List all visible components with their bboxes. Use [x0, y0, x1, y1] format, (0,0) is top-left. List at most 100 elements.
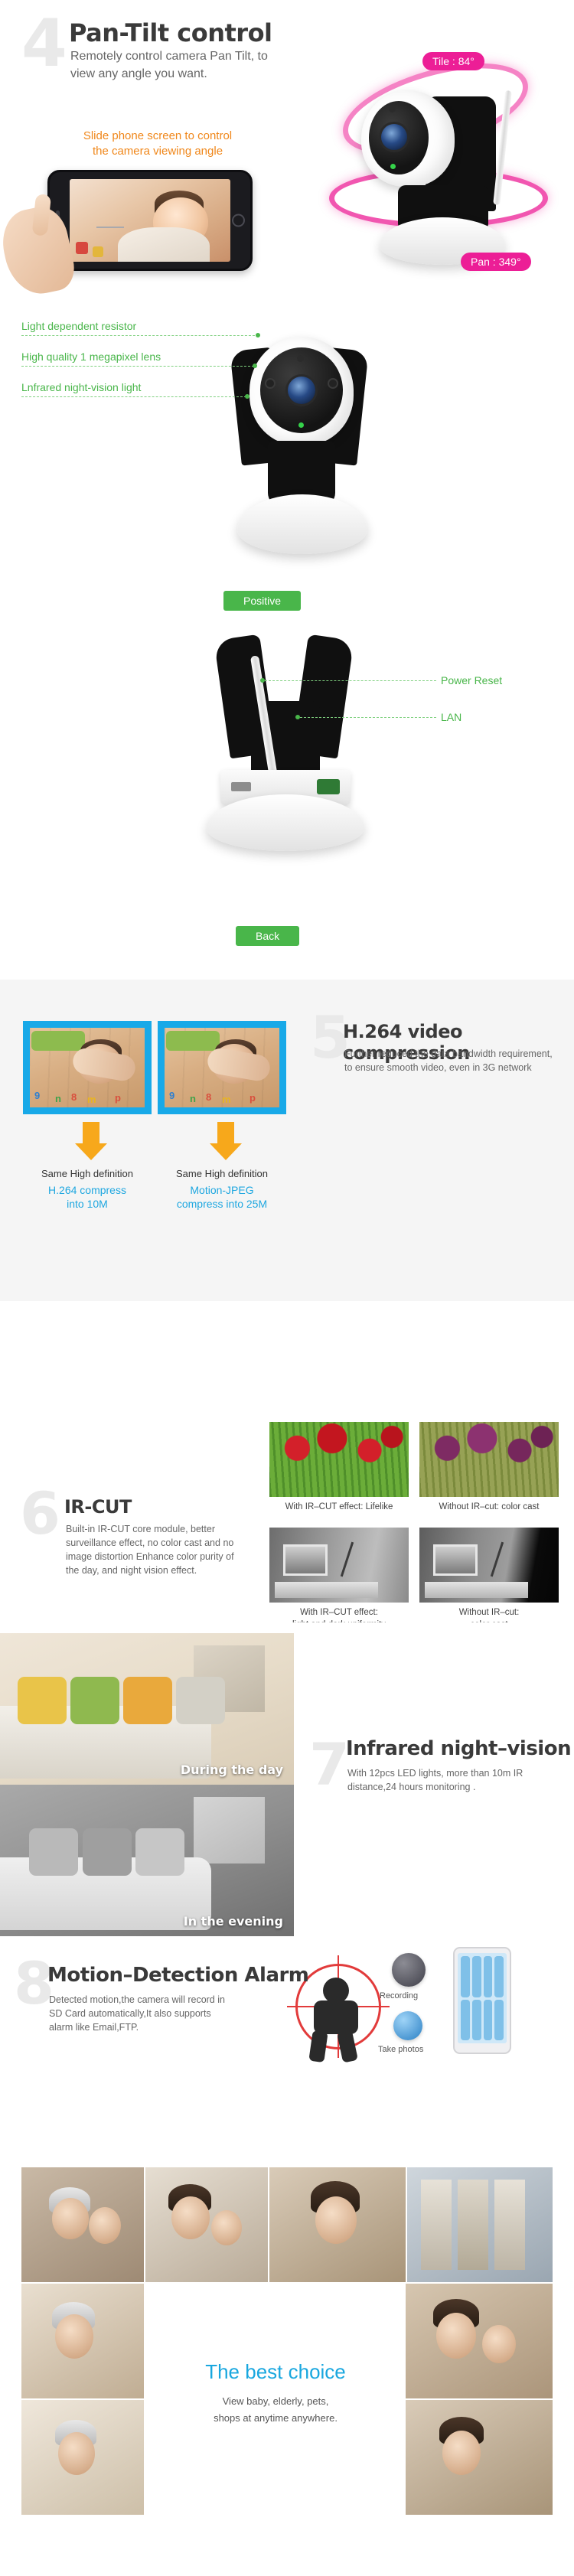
pan-angle-badge: Pan : 349° — [461, 253, 531, 271]
description-h264: Further reduced the data bandwidth requi… — [344, 1048, 553, 1074]
leader-line-power-reset — [265, 680, 436, 681]
section-camera-diagram: Light dependent resistor High quality 1 … — [0, 306, 574, 980]
caption-with-ircut-lifelike: With IR–CUT effect: Lifelike — [285, 1502, 393, 1511]
description-ircut: Built-in IR-CUT core module, better surv… — [66, 1524, 234, 1577]
letter-m-right: m — [222, 1093, 231, 1105]
tile1-face-2 — [89, 2207, 121, 2244]
caption-h264-top: Same High definition — [41, 1168, 133, 1179]
label-megapixel-lens: High quality 1 megapixel lens — [21, 351, 161, 363]
tile4-shelf-1 — [421, 2180, 452, 2270]
cushion-grey-1 — [29, 1828, 79, 1876]
label-take-photos: Take photos — [378, 2045, 424, 2054]
page-title-pan-tilt: Pan-Tilt control — [69, 18, 272, 47]
intruder-head — [323, 1978, 349, 2004]
ir-led-right-icon — [329, 380, 337, 387]
lan-port-icon — [317, 779, 340, 794]
light-sensor-icon — [389, 106, 396, 112]
page-title-motion-detection: Motion–Detection Alarm — [47, 1964, 309, 1987]
caption-mjpeg-bottom: Motion-JPEG compress into 25M — [176, 1184, 268, 1211]
camera-lens — [381, 124, 407, 150]
app-icon-6 — [471, 1999, 481, 2040]
caption-h264-bottom: H.264 compress into 10M — [48, 1184, 126, 1211]
collage-tile-4 — [407, 2167, 553, 2282]
description-pan-tilt: Remotely control camera Pan Tilt, to vie… — [70, 50, 268, 81]
slide-instruction-caption: Slide phone screen to control the camera… — [83, 129, 233, 158]
camera-front-view — [202, 315, 401, 591]
cushion-grey-3 — [135, 1828, 184, 1876]
video-sample-h264: 9 n 8 m p — [23, 1021, 152, 1114]
app-icon-4 — [494, 1956, 504, 1997]
caption-during-the-day: During the day — [180, 1762, 283, 1777]
video-sample-mjpeg-content: 9 n 8 m p — [165, 1028, 279, 1107]
room-lamp-right — [490, 1541, 504, 1577]
cushion-green — [70, 1676, 120, 1724]
label-light-dependent-resistor: Light dependent resistor — [21, 320, 137, 332]
collage-tile-2 — [145, 2167, 268, 2282]
leader-line-2 — [21, 366, 254, 367]
tile8-face — [442, 2431, 481, 2475]
camera-back-view — [181, 628, 410, 903]
down-arrow-left — [75, 1122, 107, 1163]
page-title-ircut: IR-CUT — [64, 1496, 132, 1518]
room-picture-frame-left — [283, 1544, 328, 1576]
leader-line-lan — [300, 717, 436, 718]
collage-tile-8 — [406, 2400, 553, 2515]
tile7-face — [58, 2432, 95, 2475]
letter-m-left: m — [87, 1093, 96, 1105]
room-lamp-left — [340, 1541, 354, 1577]
room-table-right — [425, 1581, 528, 1599]
collage-tile-7 — [21, 2400, 144, 2515]
tile4-shelf-2 — [458, 2180, 488, 2270]
best-choice-title: The best choice — [205, 2360, 346, 2383]
app-icon-2 — [471, 1956, 481, 1997]
ir-led-left-icon — [266, 380, 274, 387]
collage-tile-6 — [406, 2284, 553, 2398]
tile4-shelf-3 — [494, 2180, 525, 2270]
letter-n-right: n — [190, 1092, 196, 1104]
page-title-night-vision: Infrared night–vision — [346, 1737, 572, 1760]
front-status-led-icon — [298, 422, 304, 428]
description-night-vision: With 12pcs LED lights, more than 10m IR … — [347, 1768, 523, 1793]
camera-head — [361, 90, 455, 187]
leader-line-1 — [21, 335, 259, 336]
app-icon-8 — [494, 1999, 504, 2040]
badge-positive: Positive — [223, 591, 302, 611]
caption-mjpeg-top: Same High definition — [176, 1168, 268, 1179]
app-icon-1 — [461, 1956, 470, 1997]
tile1-face — [52, 2198, 89, 2239]
video-sample-h264-content: 9 n 8 m p — [30, 1028, 145, 1107]
app-icon-7 — [483, 1999, 493, 2040]
cushion-orange — [123, 1676, 173, 1724]
description-motion-detection: Detected motion,the camera will record i… — [49, 1994, 225, 2033]
light-dependent-resistor-icon — [297, 355, 304, 362]
cushion-cream — [176, 1676, 226, 1724]
tile3-face — [315, 2196, 357, 2244]
letter-9-left: 9 — [34, 1089, 41, 1101]
power-reset-port-icon — [231, 782, 251, 791]
down-arrow-right — [210, 1122, 242, 1163]
collage-tile-3 — [269, 2167, 406, 2282]
wall-art-evening — [194, 1796, 265, 1864]
alert-phone-screen — [458, 1953, 507, 2043]
label-lan: LAN — [441, 711, 462, 723]
collage-tile-1 — [21, 2167, 144, 2282]
app-icon-5 — [461, 1999, 470, 2040]
image-room-daytime: During the day — [0, 1633, 294, 1785]
section-number-4: 4 — [21, 5, 67, 82]
image-room-evening: In the evening — [0, 1785, 294, 1936]
swipe-gesture-arrow — [96, 227, 124, 228]
phone-home-button[interactable] — [232, 214, 245, 227]
sleeve-shape-right — [166, 1031, 220, 1052]
app-icon-3 — [483, 1956, 493, 1997]
collage-tile-5 — [21, 2284, 144, 2398]
recording-icon — [392, 1953, 426, 1987]
sleeve-shape-left — [31, 1031, 85, 1052]
camera-illustration-pan-tilt: Tile : 84° Pan : 349° — [325, 26, 569, 294]
sample-without-ircut-color — [419, 1422, 559, 1497]
phone-mockup — [47, 170, 253, 271]
tile2-face-2 — [211, 2210, 242, 2245]
leader-dot-lan — [295, 715, 300, 719]
sample-without-ircut-night — [419, 1528, 559, 1603]
tile2-face — [171, 2196, 210, 2239]
best-choice-line-2: shops at anytime anywhere. — [214, 2412, 338, 2424]
